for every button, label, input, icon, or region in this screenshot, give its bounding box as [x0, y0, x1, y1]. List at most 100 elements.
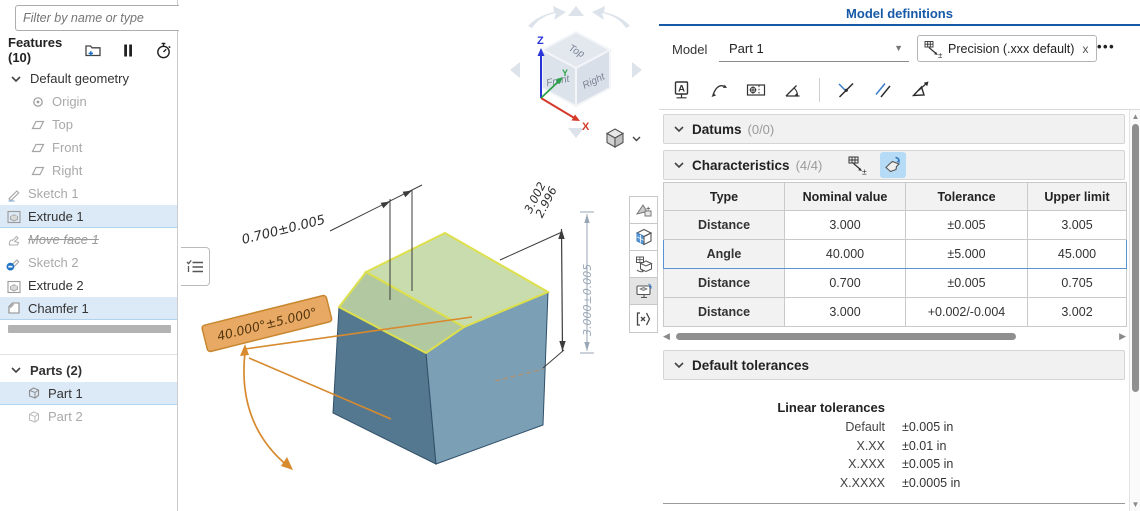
dim-label-chamfer-width[interactable]: 0.700±0.005 — [240, 213, 326, 248]
precision-icon: ± — [924, 40, 943, 59]
cell-type[interactable]: Distance — [663, 268, 785, 298]
parallel-tool-button[interactable] — [870, 77, 896, 103]
intersection-tool-button[interactable] — [833, 77, 859, 103]
expression-view-button[interactable] — [630, 305, 657, 332]
horizontal-scroll-thumb[interactable] — [676, 333, 1016, 340]
scroll-down-arrow-icon[interactable]: ▼ — [1130, 500, 1140, 509]
view-cube-body[interactable]: Top Front Right — [539, 30, 613, 108]
cell-tolerance[interactable]: ±5.000 — [905, 239, 1028, 269]
feature-item-origin[interactable]: Origin — [0, 90, 177, 113]
feature-item-front-plane[interactable]: Front — [0, 136, 177, 159]
cell-nominal[interactable]: 40.000 — [784, 239, 906, 269]
features-count-label: Features (10) — [8, 35, 63, 65]
part-model[interactable] — [332, 231, 551, 465]
scroll-up-arrow-icon[interactable]: ▲ — [1130, 112, 1140, 121]
feature-item-extrude-2[interactable]: Extrude 2 — [0, 274, 177, 297]
angle-dimension-tag[interactable]: 40.000°±5.000° — [201, 294, 333, 353]
panel-vertical-scrollbar[interactable]: ▲ ▼ — [1129, 110, 1140, 511]
column-header-type[interactable]: Type — [663, 182, 785, 211]
toolbar-separator — [819, 78, 820, 102]
part-item-part-1[interactable]: Part 1 — [0, 382, 177, 405]
feature-item-top-plane[interactable]: Top — [0, 113, 177, 136]
model-select-dropdown[interactable]: Part 1 ▼ — [719, 35, 909, 62]
chevron-down-icon[interactable] — [8, 362, 24, 378]
column-header-tolerance[interactable]: Tolerance — [905, 182, 1028, 211]
cad-application: Features (10) Default geometry Origin To… — [0, 0, 1140, 511]
feature-item-sketch-1[interactable]: Sketch 1 — [0, 182, 177, 205]
cell-nominal[interactable]: 3.000 — [784, 297, 906, 327]
chip-remove-button[interactable]: x — [1082, 42, 1088, 56]
datums-section-header[interactable]: Datums (0/0) — [663, 114, 1125, 144]
filter-input[interactable] — [15, 5, 194, 31]
scroll-right-arrow-icon[interactable]: ▶ — [1119, 331, 1126, 342]
table-row[interactable]: Distance 3.000 +0.002/-0.004 3.002 — [663, 297, 1127, 327]
chevron-down-icon[interactable] — [8, 71, 24, 87]
view-options-button[interactable] — [603, 126, 641, 150]
cell-upper-limit[interactable]: 0.705 — [1027, 268, 1127, 298]
sketch-pencil-icon — [8, 189, 20, 202]
cell-upper-limit[interactable]: 3.002 — [1027, 297, 1127, 327]
cube-table-rotate-button[interactable] — [630, 251, 657, 278]
feature-item-sketch-2[interactable]: Sketch 2 — [0, 251, 177, 274]
feature-item-default-geometry[interactable]: Default geometry — [0, 67, 177, 90]
part-item-part-2[interactable]: Part 2 — [0, 405, 177, 428]
datums-title: Datums — [692, 121, 742, 137]
rollback-bar[interactable] — [8, 325, 171, 333]
column-header-upper-limit[interactable]: Upper limit — [1027, 182, 1127, 211]
display-on-screen-button[interactable] — [630, 278, 657, 305]
table-row-selected[interactable]: Angle 40.000 ±5.000 45.000 — [663, 239, 1127, 269]
select-from-model-button[interactable] — [880, 152, 907, 178]
graphics-viewport[interactable]: 0.700±0.005 3.002 2.996 3.000±0.005 40.0… — [179, 0, 658, 511]
dimension-nominal-height[interactable]: 3.000±0.005 — [580, 211, 594, 354]
table-row[interactable]: Distance 3.000 ±0.005 3.005 — [663, 210, 1127, 240]
cube-grid-display-button[interactable] — [630, 224, 657, 251]
overflow-menu-button[interactable]: ••• — [1097, 39, 1115, 54]
curve-dimension-tool-button[interactable] — [706, 77, 732, 103]
sketch-suppressed-icon — [6, 258, 20, 270]
pause-icon[interactable] — [119, 41, 137, 59]
cell-type[interactable]: Distance — [663, 297, 785, 327]
feature-item-move-face-1[interactable]: Move face 1 — [0, 228, 177, 251]
datum-label-tool-button[interactable]: A — [669, 77, 695, 103]
feature-list-toggle-button[interactable] — [181, 247, 210, 286]
chevron-down-icon — [674, 126, 684, 133]
cell-upper-limit[interactable]: 45.000 — [1027, 239, 1127, 269]
extrude-icon — [7, 280, 21, 293]
feature-item-chamfer-1[interactable]: Chamfer 1 — [0, 297, 177, 320]
parallel-lines-icon — [875, 83, 891, 98]
cell-upper-limit[interactable]: 3.005 — [1027, 210, 1127, 240]
direction-tool-button[interactable] — [907, 77, 933, 103]
code-brackets-icon — [636, 311, 650, 326]
characteristics-count: (4/4) — [795, 157, 823, 173]
new-folder-icon[interactable] — [84, 41, 102, 59]
precision-chip[interactable]: ± Precision (.xxx default) x — [917, 35, 1098, 62]
intersection-icon — [838, 82, 854, 98]
characteristics-section-header[interactable]: Characteristics (4/4) ± — [663, 150, 1125, 180]
column-header-nominal[interactable]: Nominal value — [784, 182, 906, 211]
cell-type[interactable]: Distance — [663, 210, 785, 240]
cell-tolerance[interactable]: ±0.005 — [905, 210, 1028, 240]
parts-header[interactable]: Parts (2) — [0, 358, 177, 382]
linear-tolerances-block: Linear tolerances Default ±0.005 in X.XX… — [659, 397, 1059, 492]
datum-triangle-icon — [635, 204, 651, 217]
feature-item-right-plane[interactable]: Right — [0, 159, 177, 182]
table-horizontal-scrollbar[interactable]: ◀ ▶ — [663, 331, 1126, 342]
table-row[interactable]: Distance 0.700 ±0.005 0.705 — [663, 268, 1127, 298]
cell-nominal[interactable]: 3.000 — [784, 210, 906, 240]
cell-type[interactable]: Angle — [663, 239, 785, 269]
feature-item-extrude-1[interactable]: Extrude 1 — [0, 205, 177, 228]
angle-dimension-tool-button[interactable] — [780, 77, 806, 103]
svg-text:±: ± — [862, 167, 867, 177]
linear-tolerances-heading: Linear tolerances — [777, 400, 885, 415]
vertical-scroll-thumb[interactable] — [1132, 124, 1139, 392]
add-dimension-characteristic-button[interactable]: ± — [844, 152, 870, 178]
scroll-left-arrow-icon[interactable]: ◀ — [663, 331, 670, 342]
stopwatch-icon[interactable] — [154, 41, 173, 60]
default-tolerances-section-header[interactable]: Default tolerances — [663, 350, 1125, 380]
cell-tolerance[interactable]: +0.002/-0.004 — [905, 297, 1028, 327]
dim-label-height-nominal[interactable]: 3.000±0.005 — [581, 264, 594, 336]
cell-nominal[interactable]: 0.700 — [784, 268, 906, 298]
feature-control-frame-tool-button[interactable] — [743, 77, 769, 103]
datum-display-button[interactable] — [630, 197, 657, 224]
cell-tolerance[interactable]: ±0.005 — [905, 268, 1028, 298]
